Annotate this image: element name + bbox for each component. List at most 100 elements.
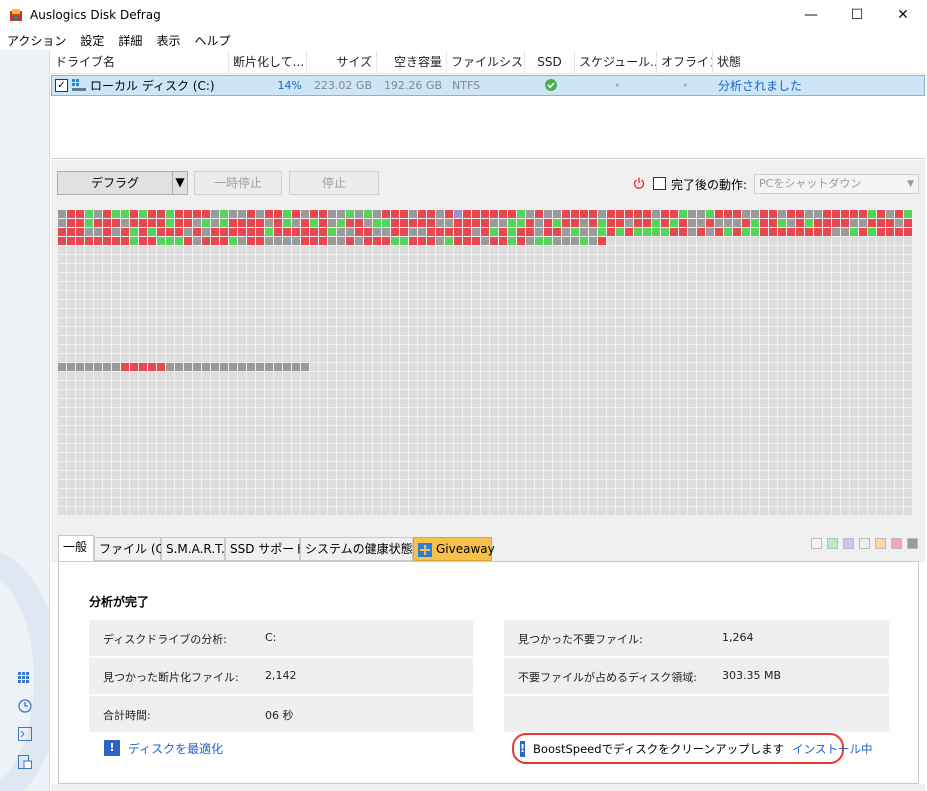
cluster-block <box>130 417 138 425</box>
cluster-block <box>400 219 408 227</box>
cluster-block <box>697 408 705 416</box>
cluster-block <box>733 327 741 335</box>
cluster-block <box>679 498 687 506</box>
cluster-block <box>868 453 876 461</box>
cluster-block <box>598 237 606 245</box>
column-drive-name[interactable]: ドライブ名 <box>51 51 229 74</box>
cluster-block <box>220 435 228 443</box>
cluster-block <box>472 327 480 335</box>
menu-help[interactable]: ヘルプ <box>194 32 230 49</box>
cluster-block <box>724 453 732 461</box>
cluster-block <box>697 507 705 515</box>
cluster-block <box>121 255 129 263</box>
tab-system-health[interactable]: システムの健康状態 <box>300 537 413 561</box>
cluster-block <box>706 327 714 335</box>
defrag-dropdown-icon[interactable]: ▼ <box>172 171 188 195</box>
drive-checkbox[interactable]: ✓ <box>55 79 68 92</box>
column-ssd[interactable]: SSD <box>525 51 575 74</box>
cluster-block <box>409 498 417 506</box>
cluster-block <box>787 345 795 353</box>
menu-view[interactable]: 表示 <box>156 32 180 49</box>
menu-action[interactable]: アクション <box>7 32 66 49</box>
column-fragmented[interactable]: 断片化して... <box>229 51 307 74</box>
cluster-block <box>58 498 66 506</box>
cluster-block <box>535 444 543 452</box>
drive-row[interactable]: ✓ ローカル ディスク (C:) 14% 223.02 GB 192.26 GB… <box>51 75 925 96</box>
cluster-block <box>508 345 516 353</box>
tab-ssd-support[interactable]: SSD サポート <box>225 537 306 561</box>
column-schedule[interactable]: スケジュール... <box>575 51 657 74</box>
column-free[interactable]: 空き容量 <box>377 51 447 74</box>
cluster-block <box>535 237 543 245</box>
cluster-block <box>508 318 516 326</box>
install-link[interactable]: インストール中 <box>792 741 872 757</box>
column-size[interactable]: サイズ <box>307 51 377 74</box>
cluster-map-icon[interactable] <box>17 670 33 686</box>
cluster-block <box>688 237 696 245</box>
cluster-block <box>76 327 84 335</box>
cluster-block <box>526 300 534 308</box>
cluster-block <box>427 489 435 497</box>
tab-files[interactable]: ファイル (C:) <box>94 537 173 561</box>
maximize-icon[interactable]: ☐ <box>834 0 880 30</box>
cluster-block <box>193 399 201 407</box>
cluster-block <box>886 498 894 506</box>
cluster-block <box>112 264 120 272</box>
after-completion-checkbox[interactable] <box>653 177 666 190</box>
defrag-button[interactable]: デフラグ <box>57 171 173 195</box>
cluster-block <box>859 309 867 317</box>
report-icon[interactable] <box>17 754 33 770</box>
cluster-block <box>841 444 849 452</box>
clock-icon[interactable] <box>17 698 33 714</box>
cluster-block <box>76 489 84 497</box>
optimize-disk-link[interactable]: ディスクを最適化 <box>128 740 223 757</box>
cluster-block <box>220 399 228 407</box>
cluster-block <box>193 345 201 353</box>
cluster-block <box>103 489 111 497</box>
cluster-block <box>472 228 480 236</box>
cluster-block <box>211 426 219 434</box>
cluster-block <box>859 498 867 506</box>
cluster-block <box>724 498 732 506</box>
cluster-block <box>337 417 345 425</box>
close-icon[interactable]: ✕ <box>880 0 926 30</box>
menu-advanced[interactable]: 詳細 <box>118 32 142 49</box>
cluster-block <box>535 498 543 506</box>
cluster-block <box>508 264 516 272</box>
cluster-block <box>427 219 435 227</box>
cluster-block <box>472 435 480 443</box>
cluster-block <box>868 435 876 443</box>
cluster-block <box>499 219 507 227</box>
minimize-icon[interactable]: — <box>788 0 834 30</box>
cluster-block <box>229 372 237 380</box>
cluster-block <box>409 219 417 227</box>
cluster-block <box>481 399 489 407</box>
cluster-block <box>517 318 525 326</box>
cluster-block <box>220 219 228 227</box>
cluster-block <box>796 246 804 254</box>
cluster-block <box>670 372 678 380</box>
cluster-block <box>535 345 543 353</box>
cluster-block <box>661 264 669 272</box>
cluster-block <box>535 399 543 407</box>
cluster-block <box>130 489 138 497</box>
cluster-block <box>580 471 588 479</box>
cluster-block <box>175 507 183 515</box>
tab-giveaway[interactable]: Giveaway <box>413 537 495 561</box>
tab-general[interactable]: 一般 <box>58 535 94 563</box>
cluster-block <box>706 318 714 326</box>
stop-button[interactable]: 停止 <box>289 171 379 195</box>
column-offline[interactable]: オフライン <box>657 51 713 74</box>
tab-smart[interactable]: S.M.A.R.T. <box>161 537 225 561</box>
pause-button[interactable]: 一時停止 <box>194 171 282 195</box>
cluster-block <box>490 327 498 335</box>
cluster-block <box>139 462 147 470</box>
terminal-icon[interactable] <box>17 726 33 742</box>
cluster-block <box>85 417 93 425</box>
menu-settings[interactable]: 設定 <box>80 32 104 49</box>
after-completion-select[interactable]: PCをシャットダウン ▼ <box>754 174 919 194</box>
column-filesystem[interactable]: ファイルシス... <box>447 51 525 74</box>
column-status[interactable]: 状態 <box>713 51 925 74</box>
cluster-block <box>67 417 75 425</box>
cluster-block <box>535 327 543 335</box>
